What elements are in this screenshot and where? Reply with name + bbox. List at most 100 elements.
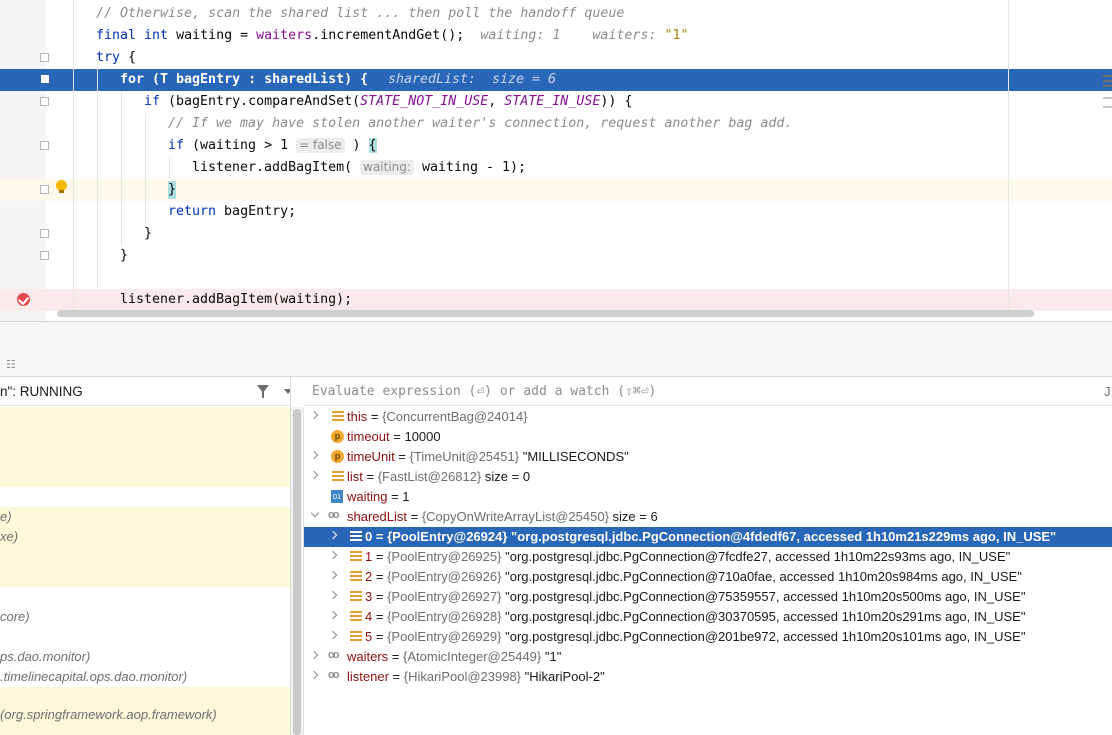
code-line-1[interactable]: // Otherwise, scan the shared list ... t… <box>0 3 1112 25</box>
frame-row[interactable]: ps.dao.monitor) <box>0 647 290 667</box>
chevron-right-icon[interactable] <box>328 590 338 600</box>
code-line-10[interactable]: return bagEntry; <box>0 201 1112 223</box>
watch-icon: oo <box>328 669 339 681</box>
frames-panel[interactable]: n": RUNNING e) xe) core) ps.dao.monitor)… <box>0 377 291 735</box>
variable-value: 10000 <box>404 429 441 444</box>
frame-row[interactable]: (org.springframework.aop.framework) <box>0 687 290 735</box>
code-line-13[interactable]: listener.addBagItem(waiting); <box>0 289 1112 311</box>
chevron-right-icon[interactable] <box>309 670 319 680</box>
frame-row[interactable]: core) <box>0 607 290 627</box>
variable-row-list[interactable]: list = {FastList@26812} size = 0 <box>304 467 1112 487</box>
frames-scrollbar[interactable] <box>291 407 303 735</box>
constant-token: STATE_NOT_IN_USE <box>360 94 489 109</box>
variable-row-waiters[interactable]: oo waiters = {AtomicInteger@25449} "1" <box>304 647 1112 667</box>
field-token: waiters <box>256 28 313 43</box>
variable-name: this <box>347 409 368 424</box>
code-line-5[interactable]: if (bagEntry.compareAndSet(STATE_NOT_IN_… <box>0 91 1112 113</box>
chevron-right-icon[interactable] <box>328 550 338 560</box>
chevron-right-icon[interactable] <box>309 650 319 660</box>
code-line-9[interactable]: } <box>0 179 1112 201</box>
variable-type: {HikariPool@23998} <box>403 669 522 684</box>
object-icon <box>350 611 362 622</box>
variable-type: {FastList@26812} <box>377 469 482 484</box>
watch-icon: oo <box>328 509 339 521</box>
frame-row[interactable]: .timelinecapital.ops.dao.monitor) <box>0 667 290 687</box>
chevron-down-icon[interactable] <box>310 508 320 518</box>
chevron-right-icon[interactable] <box>328 570 338 580</box>
code-line-7[interactable]: if (waiting > 1 = false ) { <box>0 135 1112 157</box>
variable-value: "org.postgresql.jdbc.PgConnection@201be9… <box>505 629 1026 644</box>
frame-row[interactable]: e) <box>0 507 290 587</box>
scrollbar-thumb[interactable] <box>293 409 301 735</box>
code-token: (waiting > 1 <box>184 138 297 153</box>
variable-value: "org.postgresql.jdbc.PgConnection@7fcdfe… <box>505 549 1011 564</box>
variable-type: {PoolEntry@26927} <box>387 589 502 604</box>
variable-row-pool-entry-0[interactable]: 0 = {PoolEntry@26924} "org.postgresql.jd… <box>304 527 1112 547</box>
code-token: } <box>144 226 153 241</box>
thread-selector[interactable]: n": RUNNING <box>0 377 290 406</box>
object-icon <box>350 571 362 582</box>
frame-row[interactable]: xe) <box>0 527 290 547</box>
chevron-right-icon[interactable] <box>309 450 319 460</box>
frame-label: ps.dao.monitor) <box>0 649 91 664</box>
variable-row-timeunit[interactable]: p timeUnit = {TimeUnit@25451} "MILLISECO… <box>304 447 1112 467</box>
constant-token: STATE_IN_USE <box>504 94 601 109</box>
code-line-6[interactable]: // If we may have stolen another waiter'… <box>0 113 1112 135</box>
object-icon <box>350 591 362 602</box>
variable-name: listener <box>347 669 389 684</box>
chevron-right-icon[interactable] <box>328 530 338 540</box>
evaluate-expression-input[interactable] <box>304 377 1094 406</box>
code-line-3[interactable]: try { <box>0 47 1112 69</box>
evaluate-expression-bar[interactable]: J <box>304 377 1112 406</box>
code-editor[interactable]: // Otherwise, scan the shared list ... t… <box>0 0 1112 321</box>
layout-settings-icon[interactable]: ☷ <box>6 358 16 371</box>
filter-icon[interactable] <box>257 385 269 398</box>
variable-row-pool-entry-2[interactable]: 2 = {PoolEntry@26926} "org.postgresql.jd… <box>304 567 1112 587</box>
variable-row-waiting[interactable]: 01 waiting = 1 <box>304 487 1112 507</box>
code-line-12[interactable]: } <box>0 245 1112 267</box>
eval-language-label[interactable]: J <box>1104 384 1111 399</box>
frame-label: core) <box>0 609 30 624</box>
code-text: try { <box>96 49 136 67</box>
code-text: final int waiting = waiters.incrementAnd… <box>96 27 689 45</box>
equals-sign: = <box>372 549 388 564</box>
equals-sign: = <box>406 509 422 524</box>
editor-horizontal-scrollbar[interactable] <box>57 310 1034 317</box>
object-icon <box>350 631 362 642</box>
chevron-right-icon[interactable] <box>328 610 338 620</box>
frame-row[interactable] <box>0 407 290 487</box>
code-token: } <box>120 248 129 263</box>
variable-row-timeout[interactable]: p timeout = 10000 <box>304 427 1112 447</box>
matched-brace: { <box>368 138 377 153</box>
equals-sign: = <box>372 589 388 604</box>
variable-row-pool-entry-1[interactable]: 1 = {PoolEntry@26925} "org.postgresql.jd… <box>304 547 1112 567</box>
code-line-11[interactable]: } <box>0 223 1112 245</box>
code-token: waiting = <box>168 28 257 43</box>
variables-panel[interactable]: J this = {ConcurrentBag@24014} p timeout… <box>304 377 1112 735</box>
variable-row-pool-entry-3[interactable]: 3 = {PoolEntry@26927} "org.postgresql.jd… <box>304 587 1112 607</box>
keyword: int <box>144 28 169 43</box>
chevron-down-icon[interactable] <box>284 389 290 394</box>
variable-type: {CopyOnWriteArrayList@25450} <box>421 509 609 524</box>
chevron-right-icon[interactable] <box>328 630 338 640</box>
variable-row-listener[interactable]: oo listener = {HikariPool@23998} "Hikari… <box>304 667 1112 687</box>
frame-row[interactable] <box>0 487 290 507</box>
variable-row-pool-entry-4[interactable]: 4 = {PoolEntry@26928} "org.postgresql.jd… <box>304 607 1112 627</box>
code-token: ) <box>344 138 369 153</box>
debug-inline-string: "1" <box>664 28 689 43</box>
variable-row-this[interactable]: this = {ConcurrentBag@24014} <box>304 407 1112 427</box>
variable-row-pool-entry-5[interactable]: 5 = {PoolEntry@26929} "org.postgresql.jd… <box>304 627 1112 647</box>
code-line-4[interactable]: for (T bagEntry : sharedList) { sharedLi… <box>0 69 1112 91</box>
code-line-2[interactable]: final int waiting = waiters.incrementAnd… <box>0 25 1112 47</box>
code-text: for (T bagEntry : sharedList) { <box>120 72 369 87</box>
variable-type: {AtomicInteger@25449} <box>403 649 542 664</box>
variable-value: size = 0 <box>484 469 531 484</box>
variable-row-sharedlist[interactable]: oo sharedList = {CopyOnWriteArrayList@25… <box>304 507 1112 527</box>
variable-type: {PoolEntry@26926} <box>387 569 502 584</box>
chevron-right-icon[interactable] <box>309 470 319 480</box>
chevron-right-icon[interactable] <box>309 410 319 420</box>
frame-label: xe) <box>0 529 19 544</box>
code-line-8[interactable]: listener.addBagItem( waiting: waiting - … <box>0 157 1112 179</box>
debug-toolbar: ☷ <box>0 321 1112 377</box>
code-text: return bagEntry; <box>168 203 296 221</box>
